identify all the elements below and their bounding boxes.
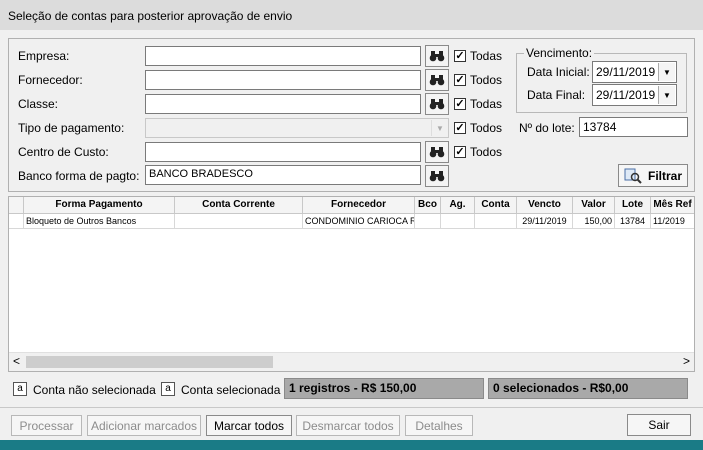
col-fornecedor[interactable]: Fornecedor [303, 197, 415, 213]
filtrar-label: Filtrar [647, 168, 682, 183]
fornecedor-input[interactable] [145, 70, 421, 90]
classe-search-button[interactable] [425, 93, 449, 115]
col-forma-pagamento[interactable]: Forma Pagamento [24, 197, 175, 213]
binoculars-icon [429, 99, 445, 110]
centro-todos-label: Todos [470, 145, 503, 159]
title-bar: Seleção de contas para posterior aprovaç… [0, 0, 703, 30]
cell-valor: 150,00 [573, 214, 615, 228]
desmarcar-todos-button[interactable]: Desmarcar todos [296, 415, 400, 436]
centro-todos-checkbox[interactable]: ✓ [454, 146, 466, 158]
empresa-todas-label: Todas [470, 49, 503, 63]
tipo-pagamento-label: Tipo de pagamento: [18, 121, 125, 135]
classe-label: Classe: [18, 97, 59, 111]
data-inicial-label: Data Inicial: [527, 65, 590, 79]
cell-lote: 13784 [615, 214, 651, 228]
chevron-down-icon[interactable]: ▼ [658, 63, 675, 81]
cell-mes-ref: 11/2019 [653, 216, 685, 226]
data-final-label: Data Final: [527, 88, 586, 102]
lote-label: Nº do lote: [519, 121, 575, 135]
empresa-input[interactable] [145, 46, 421, 66]
binoculars-icon [429, 171, 445, 182]
grid-header-indicator [9, 197, 24, 213]
banco-label: Banco forma de pagto: [18, 169, 140, 183]
col-conta[interactable]: Conta [475, 197, 517, 213]
adicionar-marcados-button[interactable]: Adicionar marcados [87, 415, 201, 436]
grid-header: Forma Pagamento Conta Corrente Fornecedo… [9, 197, 694, 214]
classe-todas-label: Todas [470, 97, 503, 111]
window-title: Seleção de contas para posterior aprovaç… [8, 9, 293, 23]
fornecedor-todos-checkbox[interactable]: ✓ [454, 74, 466, 86]
conta-selecionada-label: Conta selecionada [181, 383, 281, 397]
banco-search-button[interactable] [425, 165, 449, 187]
binoculars-icon [429, 75, 445, 86]
chevron-down-icon: ▼ [431, 120, 448, 136]
col-ag[interactable]: Ag. [441, 197, 475, 213]
registros-summary: 1 registros - R$ 150,00 [284, 378, 484, 399]
scroll-right-icon[interactable]: > [683, 354, 690, 368]
horizontal-scrollbar[interactable]: < > [9, 352, 694, 371]
scroll-left-icon[interactable]: < [13, 354, 20, 368]
col-bco[interactable]: Bco [415, 197, 441, 213]
lote-input[interactable]: 13784 [579, 117, 688, 137]
col-mes-ref[interactable]: Mês Ref [651, 197, 694, 213]
data-inicial-picker[interactable]: 29/11/2019 ▼ [592, 61, 677, 83]
cell-vencto: 29/11/2019 [517, 214, 573, 228]
data-inicial-value: 29/11/2019 [596, 65, 656, 79]
tipo-todos-checkbox[interactable]: ✓ [454, 122, 466, 134]
binoculars-icon [429, 147, 445, 158]
scrollbar-thumb[interactable] [26, 356, 273, 368]
fornecedor-search-button[interactable] [425, 69, 449, 91]
tipo-pagamento-select[interactable] [145, 118, 449, 138]
banco-input[interactable]: BANCO BRADESCO [145, 165, 421, 185]
tipo-todos-label: Todos [470, 121, 503, 135]
taskbar-strip [0, 440, 703, 450]
empresa-search-button[interactable] [425, 45, 449, 67]
conta-nao-selecionada-swatch: a [13, 382, 27, 396]
data-final-picker[interactable]: 29/11/2019 ▼ [592, 84, 677, 106]
centro-custo-input[interactable] [145, 142, 421, 162]
cell-forma-pagamento: Bloqueto de Outros Bancos [24, 214, 175, 228]
col-vencto[interactable]: Vencto [517, 197, 573, 213]
vencimento-legend: Vencimento: [524, 46, 595, 60]
selecionados-summary: 0 selecionados - R$0,00 [488, 378, 688, 399]
processar-button[interactable]: Processar [11, 415, 82, 436]
classe-todas-checkbox[interactable]: ✓ [454, 98, 466, 110]
col-conta-corrente[interactable]: Conta Corrente [175, 197, 303, 213]
cell-conta-corrente [175, 214, 303, 228]
cell-conta [475, 214, 517, 228]
cell-bco [415, 214, 441, 228]
filtrar-button[interactable]: Filtrar [618, 164, 688, 187]
marcar-todos-button[interactable]: Marcar todos [206, 415, 292, 436]
footer-divider [0, 407, 703, 408]
fornecedor-label: Fornecedor: [18, 73, 83, 87]
empresa-label: Empresa: [18, 49, 70, 63]
conta-selecionada-swatch: a [161, 382, 175, 396]
conta-nao-selecionada-label: Conta não selecionada [33, 383, 156, 397]
row-divider [9, 228, 694, 229]
centro-custo-search-button[interactable] [425, 141, 449, 163]
col-lote[interactable]: Lote [615, 197, 651, 213]
chevron-down-icon[interactable]: ▼ [658, 86, 675, 104]
contas-grid[interactable]: Forma Pagamento Conta Corrente Fornecedo… [8, 196, 695, 372]
cell-ag [441, 214, 475, 228]
empresa-todas-checkbox[interactable]: ✓ [454, 50, 466, 62]
binoculars-icon [429, 51, 445, 62]
classe-input[interactable] [145, 94, 421, 114]
detalhes-button[interactable]: Detalhes [405, 415, 473, 436]
centro-custo-label: Centro de Custo: [18, 145, 109, 159]
filter-search-icon [624, 168, 642, 184]
data-final-value: 29/11/2019 [596, 88, 656, 102]
sair-button[interactable]: Sair [627, 414, 691, 436]
fornecedor-todos-label: Todos [470, 73, 503, 87]
row-indicator [9, 214, 24, 228]
cell-fornecedor: CONDOMINIO CARIOCA RES [303, 214, 415, 228]
col-valor[interactable]: Valor [573, 197, 615, 213]
